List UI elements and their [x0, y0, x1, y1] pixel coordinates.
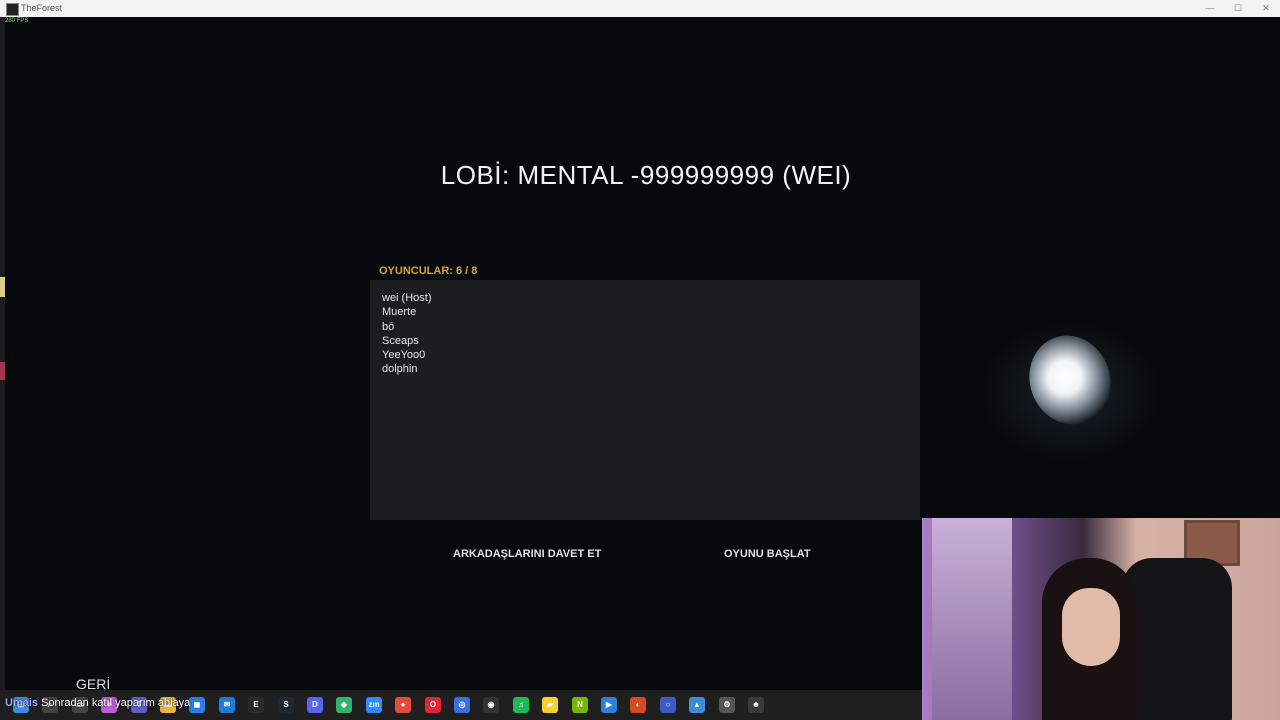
the-forest-icon[interactable]: ☻: [748, 697, 764, 713]
player-item: Sceaps: [382, 334, 419, 347]
player-list: wei (Host) Muerte bō Sceaps YeeYoo0 dolp…: [382, 291, 432, 377]
player-item: wei (Host): [382, 292, 432, 304]
left-edge-strip: [0, 17, 5, 690]
sticky-notes-icon[interactable]: ▰: [542, 697, 558, 713]
chrome-icon[interactable]: ●: [395, 697, 411, 713]
app-green-icon[interactable]: ◆: [336, 697, 352, 713]
invite-friends-button[interactable]: ARKADAŞLARINI DAVET ET: [453, 548, 601, 560]
settings-icon[interactable]: ⚙: [719, 697, 735, 713]
maximize-button[interactable]: ☐: [1224, 0, 1252, 17]
chat-caption: Umais Sonradan katıl yaparım ablaya: [5, 697, 190, 709]
epic-games-icon[interactable]: E: [248, 697, 264, 713]
mail-icon[interactable]: ✉: [219, 697, 235, 713]
caption-username: Umais: [5, 697, 39, 709]
app-icon: [6, 3, 19, 16]
app-red-icon[interactable]: ◐: [630, 697, 646, 713]
players-panel: wei (Host) Muerte bō Sceaps YeeYoo0 dolp…: [370, 280, 920, 520]
obs-icon[interactable]: ◉: [483, 697, 499, 713]
nvidia-icon[interactable]: N: [572, 697, 588, 713]
edge-mark: [0, 362, 5, 380]
edge-mark: [0, 277, 5, 297]
discord-icon[interactable]: D: [307, 697, 323, 713]
webcam-overlay: [922, 518, 1280, 720]
minimize-button[interactable]: —: [1196, 0, 1224, 17]
app-blue-icon[interactable]: ◎: [454, 697, 470, 713]
window-title: TheForest: [21, 3, 63, 13]
window-titlebar: TheForest — ☐ ✕: [0, 0, 1280, 17]
store-icon[interactable]: ◼: [189, 697, 205, 713]
zoom-icon[interactable]: zm: [366, 697, 382, 713]
player-item: Muerte: [382, 306, 417, 319]
fps-counter: 280 FPS: [5, 18, 29, 24]
lobby-title: LOBİ: MENTAL -999999999 (WEI): [440, 160, 852, 190]
opera-gx-icon[interactable]: O: [425, 697, 441, 713]
spotify-icon[interactable]: ♫: [513, 697, 529, 713]
app-circle-icon[interactable]: ○: [660, 697, 676, 713]
start-game-button[interactable]: OYUNU BAŞLAT: [724, 548, 811, 560]
steam-icon[interactable]: S: [278, 697, 294, 713]
webcam-chair: [1122, 558, 1232, 720]
player-item: dolphin: [382, 363, 418, 376]
player-item: bō: [382, 320, 395, 333]
app-play-icon[interactable]: ▶: [601, 697, 617, 713]
player-item: YeeYoo0: [382, 349, 426, 362]
close-button[interactable]: ✕: [1252, 0, 1280, 17]
caption-text: Sonradan katıl yaparım ablaya: [41, 697, 191, 709]
photos-icon[interactable]: ▲: [689, 697, 705, 713]
webcam-face: [1062, 588, 1120, 666]
players-count-label: OYUNCULAR: 6 / 8: [379, 265, 478, 277]
webcam-window: [932, 518, 1012, 720]
